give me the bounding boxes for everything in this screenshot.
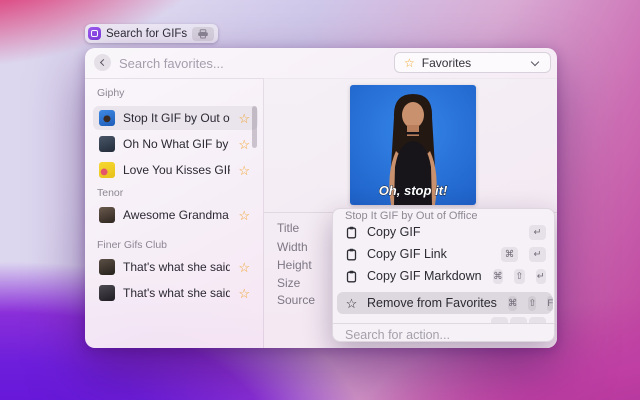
favorites-dropdown[interactable]: ☆ Favorites [394, 52, 551, 73]
chevron-down-icon [531, 58, 539, 66]
pill-badge [192, 27, 214, 41]
meta-label-title: Title [277, 221, 299, 235]
clipboard-icon [345, 248, 358, 261]
shortcut-key: ↵ [529, 225, 546, 240]
meta-label-size: Size [277, 276, 300, 290]
gif-thumbnail [99, 136, 115, 152]
section-title-finer-gifs: Finer Gifs Club [97, 239, 167, 251]
meta-label-width: Width [277, 240, 308, 254]
favorite-star-icon: ☆ [238, 261, 250, 274]
gif-thumbnail [99, 285, 115, 301]
sidebar-scrollbar[interactable] [252, 106, 257, 148]
gif-caption: Oh, stop it! [379, 183, 448, 198]
list-item-love-you-kisses[interactable]: Love You Kisses GIF by Ted... ☆ [93, 158, 258, 182]
star-icon: ☆ [345, 297, 358, 310]
extension-icon [88, 27, 101, 40]
list-item-stop-it[interactable]: Stop It GIF by Out of Office ☆ [93, 106, 258, 130]
list-item-oh-no-what[interactable]: Oh No What GIF by Major Le... ☆ [93, 132, 258, 156]
shortcut-key: ⇧ [528, 296, 536, 311]
action-menu: Stop It GIF by Out of Office Copy GIF ↵ … [332, 208, 555, 342]
shortcut-key: ⌘ [501, 247, 518, 262]
favorite-star-icon: ☆ [238, 112, 250, 125]
command-title: Search for GIFs [106, 28, 187, 40]
shortcut-key: F [547, 296, 553, 311]
shortcut-key: ↵ [536, 269, 546, 284]
clipboard-icon [345, 226, 358, 239]
action-menu-divider [333, 323, 555, 324]
shortcut-key: ⇧ [514, 269, 524, 284]
section-title-tenor: Tenor [97, 187, 123, 199]
list-item-thats-what-she-said[interactable]: That's what she said. ☆ [93, 255, 258, 279]
command-pill: Search for GIFs [85, 24, 218, 43]
meta-label-source: Source [277, 293, 315, 307]
gif-thumbnail [99, 162, 115, 178]
gif-image: Oh, stop it! [350, 85, 476, 205]
favorite-star-icon: ☆ [238, 138, 250, 151]
shortcut-key: ⌘ [508, 296, 518, 311]
favorite-star-icon: ☆ [238, 287, 250, 300]
meta-label-height: Height [277, 258, 312, 272]
star-icon: ☆ [404, 57, 415, 69]
printer-icon [197, 29, 209, 39]
gif-thumbnail [99, 207, 115, 223]
favorite-star-icon: ☆ [238, 209, 250, 222]
favorite-star-icon: ☆ [238, 164, 250, 177]
search-input[interactable]: Search favorites... [119, 56, 224, 71]
section-title-giphy: Giphy [97, 87, 124, 99]
app-window: Search favorites... ☆ Favorites Giphy St… [85, 48, 557, 348]
desktop: Search for GIFs Search favorites... ☆ Fa… [0, 0, 640, 400]
gif-preview: Oh, stop it! [350, 85, 476, 205]
list-item-thats-what-she-said-2[interactable]: That's what she said? ☆ [93, 281, 258, 305]
chevron-left-icon [100, 59, 107, 66]
shortcut-key: ↵ [529, 247, 546, 262]
action-search-input[interactable]: Search for action... [345, 328, 450, 342]
gif-thumbnail [99, 259, 115, 275]
action-copy-gif-link[interactable]: Copy GIF Link ⌘ ↵ [337, 243, 552, 265]
list-item-awesome-grandma[interactable]: Awesome Grandma GIF ☆ [93, 203, 258, 227]
action-copy-gif[interactable]: Copy GIF ↵ [337, 221, 552, 243]
action-remove-from-favorites[interactable]: ☆ Remove from Favorites ⌘ ⇧ F [337, 292, 552, 314]
dropdown-label: Favorites [422, 56, 471, 70]
clipboard-icon [345, 270, 358, 283]
gif-thumbnail [99, 110, 115, 126]
shortcut-key: ⌘ [493, 269, 503, 284]
back-button[interactable] [94, 54, 111, 71]
action-copy-gif-markdown[interactable]: Copy GIF Markdown ⌘ ⇧ ↵ [337, 265, 552, 287]
